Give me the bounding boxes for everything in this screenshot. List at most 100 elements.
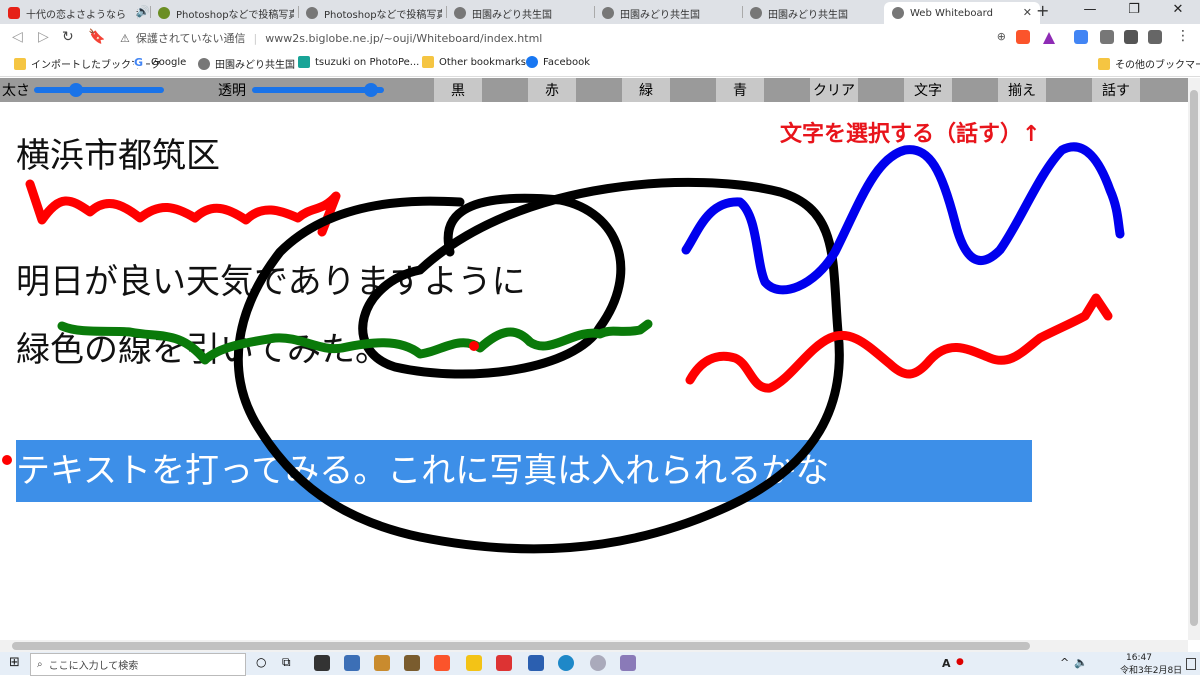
notification-icon[interactable]: [1186, 658, 1196, 670]
globe-icon: [750, 7, 762, 19]
reload-button[interactable]: ↻: [62, 29, 74, 45]
clock-date[interactable]: 令和3年2月8日: [1120, 663, 1182, 676]
youtube-icon: [8, 7, 20, 19]
omnibox[interactable]: ⚠ 保護されていない通信 | www2s.biglobe.ne.jp/~ouji…: [112, 27, 1032, 49]
close-window-button[interactable]: ✕: [1156, 2, 1200, 17]
red-stroke-right: [685, 293, 1113, 393]
store-icon[interactable]: [314, 655, 330, 671]
bookmark-other[interactable]: Other bookmarks: [422, 56, 526, 68]
cortana-icon[interactable]: ○: [256, 655, 266, 669]
bookmark-page-icon[interactable]: 🔖: [88, 29, 105, 45]
menu-icon[interactable]: ⋮: [1176, 28, 1190, 44]
notes-icon[interactable]: [1100, 30, 1114, 44]
black-button[interactable]: 黒: [434, 78, 482, 102]
windows-start-icon[interactable]: ⊞: [9, 655, 20, 670]
tab-denen-1[interactable]: 田園みどり共生国: [454, 2, 590, 24]
folder-icon: [1098, 57, 1110, 70]
bookmark-facebook[interactable]: Facebook: [526, 56, 590, 68]
facebook-icon: [526, 56, 538, 68]
divider: |: [253, 31, 258, 45]
tab-separator: [742, 6, 743, 18]
taskbar: ⊞ ⌕ ここに入力して検索 ○ ⧉ A ● ^ 🔈 16:47 令和3年2月8日: [0, 652, 1200, 676]
tab-separator: [446, 6, 447, 18]
zoom-icon[interactable]: ⊕: [997, 30, 1006, 43]
scroll-thumb[interactable]: [1190, 90, 1198, 626]
app-icon[interactable]: [344, 655, 360, 671]
back-button[interactable]: ◁: [12, 29, 23, 45]
tab-photoshop-1[interactable]: Photoshopなどで投稿写真や…: [158, 2, 294, 24]
warning-icon[interactable]: ⚠: [120, 32, 130, 45]
taskbar-search[interactable]: ⌕ ここに入力して検索: [30, 653, 246, 676]
tab-title: Photoshopなどで投稿写真や…: [324, 9, 442, 21]
app-icon[interactable]: [374, 655, 390, 671]
tab-separator: [298, 6, 299, 18]
search-placeholder: ここに入力して検索: [48, 661, 139, 672]
globe-icon: [306, 7, 318, 19]
tab-photoshop-2[interactable]: Photoshopなどで投稿写真や…: [306, 2, 442, 24]
tab-strip: 十代の恋よさようなら 神… 🔊 Photoshopなどで投稿写真や… Photo…: [0, 0, 1200, 24]
red-dot: [469, 341, 479, 351]
text-button[interactable]: 文字: [904, 78, 952, 102]
clear-button[interactable]: クリア: [810, 78, 858, 102]
align-button[interactable]: 揃え: [998, 78, 1046, 102]
slider-knob[interactable]: [68, 83, 83, 97]
brave-taskbar-icon[interactable]: [434, 655, 450, 671]
new-tab-button[interactable]: +: [1036, 1, 1049, 20]
red-button[interactable]: 赤: [528, 78, 576, 102]
thickness-slider[interactable]: [34, 83, 164, 97]
scroll-thumb[interactable]: [12, 642, 1030, 650]
folder-icon: [422, 56, 434, 68]
app-icon[interactable]: [528, 655, 544, 671]
globe-icon: [198, 57, 210, 70]
ime-indicator[interactable]: A: [942, 657, 951, 670]
vertical-scrollbar[interactable]: [1188, 78, 1200, 640]
playlist-icon[interactable]: [1148, 30, 1162, 44]
whiteboard-canvas[interactable]: 横浜市都筑区 明日が良い天気でありますように 緑色の線を引いてみた。 テキストを…: [0, 102, 1188, 640]
translate-icon[interactable]: [1074, 30, 1088, 44]
address-bar: ◁ ▷ ↻ 🔖 ⚠ 保護されていない通信 | www2s.biglobe.ne.…: [0, 24, 1200, 53]
bookmark-label: その他のブックマーク: [1115, 60, 1200, 71]
tab-title: Photoshopなどで投稿写真や…: [176, 9, 294, 21]
opacity-slider[interactable]: [252, 83, 384, 97]
tray-chevron-icon[interactable]: ^: [1060, 656, 1069, 669]
app-icon[interactable]: [590, 655, 606, 671]
volume-icon[interactable]: 🔈: [1074, 656, 1088, 669]
tab-denen-3[interactable]: 田園みどり共生国: [750, 2, 880, 24]
tab-web-whiteboard[interactable]: Web Whiteboard ✕: [884, 2, 1040, 24]
speak-button[interactable]: 話す: [1092, 78, 1140, 102]
close-icon[interactable]: ✕: [1023, 6, 1032, 19]
app-icon[interactable]: [496, 655, 512, 671]
app-icon[interactable]: [620, 655, 636, 671]
blue-stroke: [681, 142, 1125, 295]
minimize-button[interactable]: —: [1068, 2, 1112, 17]
clock-time[interactable]: 16:47: [1126, 653, 1152, 663]
bookmark-label: tsuzuki on PhotoPe...: [315, 56, 420, 68]
tab-youtube[interactable]: 十代の恋よさようなら 神…: [8, 2, 138, 24]
slider-knob[interactable]: [364, 83, 379, 97]
bookmark-denen[interactable]: 田園みどり共生国: [198, 56, 295, 71]
photo-icon: [158, 7, 170, 19]
bookmark-photopea[interactable]: tsuzuki on PhotoPe...: [298, 56, 419, 68]
folder-icon: [14, 57, 26, 70]
task-view-icon[interactable]: ⧉: [282, 655, 291, 670]
puzzle-icon[interactable]: [1124, 30, 1138, 44]
maximize-button[interactable]: ❐: [1112, 2, 1156, 17]
app-icon[interactable]: [404, 655, 420, 671]
horizontal-scrollbar[interactable]: [0, 640, 1188, 652]
url-text: www2s.biglobe.ne.jp/~ouji/Whiteboard/ind…: [265, 31, 543, 45]
triangle-ext-icon[interactable]: [1042, 30, 1056, 44]
whiteboard-toolbar: 太さ 透明 黒 赤 緑 青 クリア 文字 揃え 話す: [0, 78, 1188, 102]
tab-denen-2[interactable]: 田園みどり共生国: [602, 2, 738, 24]
forward-button[interactable]: ▷: [38, 29, 49, 45]
brave-icon[interactable]: [1016, 30, 1030, 44]
red-stroke: [25, 179, 341, 237]
app-icon[interactable]: [558, 655, 574, 671]
tab-separator: [150, 6, 151, 18]
explorer-icon[interactable]: [466, 655, 482, 671]
bookmark-label: Other bookmarks: [439, 56, 526, 68]
green-button[interactable]: 緑: [622, 78, 670, 102]
speaker-icon[interactable]: 🔊: [136, 5, 150, 18]
bookmark-google[interactable]: G Google: [134, 56, 186, 69]
blue-button[interactable]: 青: [716, 78, 764, 102]
bookmark-other-folder[interactable]: その他のブックマーク: [1098, 56, 1200, 71]
